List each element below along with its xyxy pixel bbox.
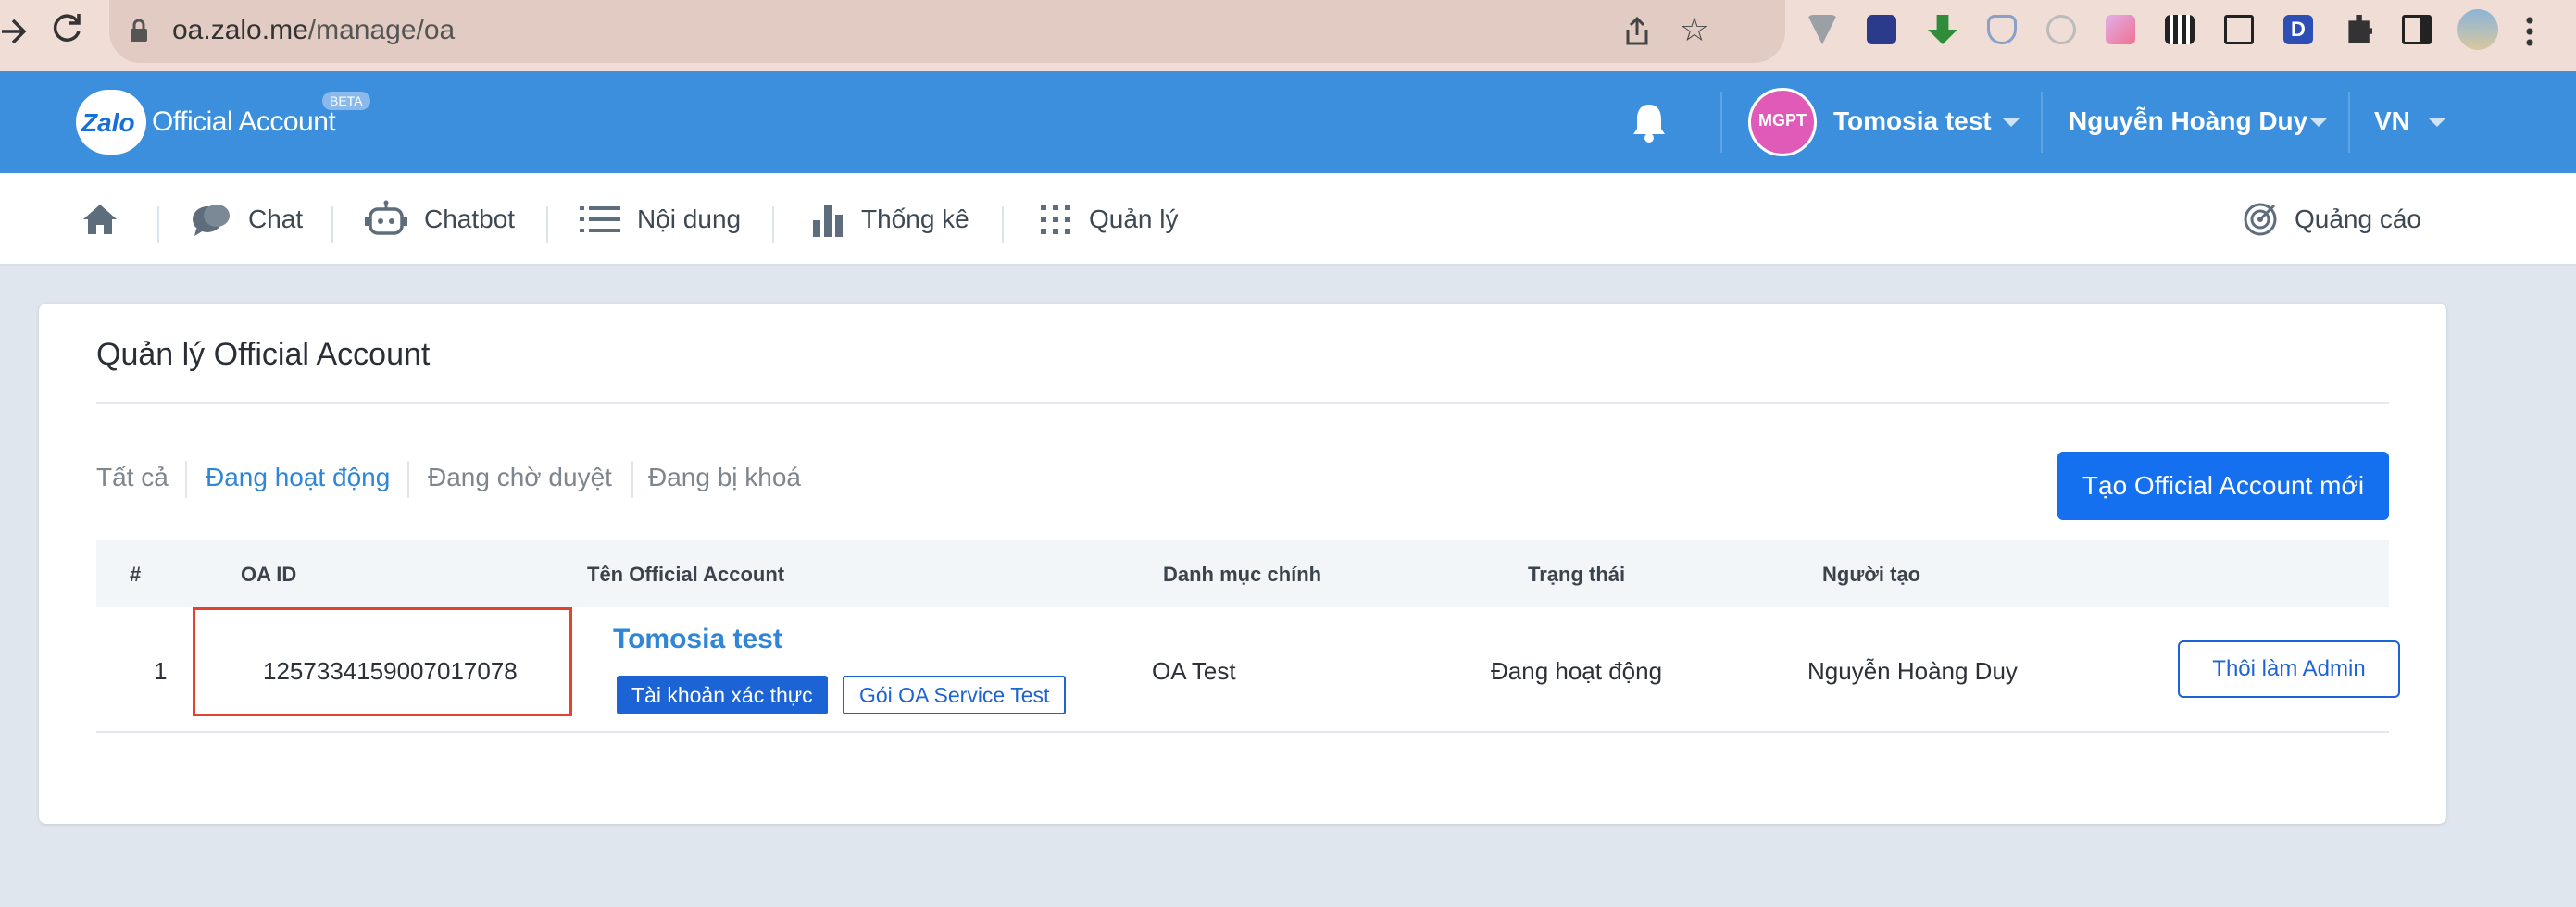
language-selector[interactable]: VN: [2374, 106, 2410, 136]
column-index: #: [130, 563, 142, 586]
nav-ads-label: Quảng cáo: [2295, 205, 2421, 233]
nav-manage-label: Quản lý: [1089, 205, 1179, 233]
url-text: oa.zalo.me/manage/oa: [172, 15, 455, 46]
profile-avatar-icon[interactable]: [2457, 9, 2498, 50]
chevron-down-icon[interactable]: [2309, 118, 2328, 127]
beta-badge: BETA: [322, 92, 370, 110]
nav-stats-label: Thống kê: [861, 205, 969, 233]
verified-badge: Tài khoản xác thực: [617, 676, 828, 714]
column-oa-name: Tên Official Account: [587, 563, 785, 586]
notification-bell-icon[interactable]: [1630, 101, 1669, 143]
table-row: 1 1257334159007017078 Tomosia test Tài k…: [96, 607, 2400, 733]
extension-color-icon[interactable]: [2106, 15, 2135, 44]
nav-chat[interactable]: Chat: [191, 173, 303, 266]
package-badge: Gói OA Service Test: [843, 676, 1067, 714]
column-category: Danh mục chính: [1163, 563, 1322, 586]
oa-avatar[interactable]: MGPT: [1748, 88, 1817, 156]
filter-pending[interactable]: Đang chờ duyệt: [428, 463, 612, 492]
row-oa-name-link[interactable]: Tomosia test: [613, 624, 782, 655]
chat-icon: [193, 205, 230, 236]
column-oa-id: OA ID: [241, 563, 297, 586]
nav-content-label: Nội dung: [637, 205, 742, 233]
filter-divider: [185, 461, 187, 498]
row-creator: Nguyễn Hoàng Duy: [1807, 657, 2018, 685]
extension-pip-icon[interactable]: [2224, 15, 2254, 44]
nav-home[interactable]: [81, 173, 135, 266]
extension-compass-icon[interactable]: [2046, 15, 2076, 44]
bookmark-star-icon[interactable]: ☆: [1680, 11, 1709, 48]
share-icon[interactable]: [1620, 15, 1654, 48]
extension-d-icon[interactable]: D: [2283, 15, 2313, 44]
nav-chatbot[interactable]: Chatbot: [365, 173, 515, 266]
logo-text: Zalo: [81, 108, 135, 137]
oa-management-card: Quản lý Official Account Tất cả Đang hoạ…: [39, 304, 2446, 824]
chevron-down-icon[interactable]: [2428, 118, 2446, 127]
filter-locked[interactable]: Đang bị khoá: [648, 463, 801, 492]
nav-divider: [772, 206, 774, 243]
main-nav: Chat Chatbot Nội dung Thống kê Quản lý Q…: [0, 173, 2576, 266]
leave-admin-button[interactable]: Thôi làm Admin: [2178, 640, 2400, 698]
filter-divider: [407, 461, 409, 498]
grid-icon: [1041, 205, 1070, 234]
reload-icon[interactable]: [48, 9, 89, 50]
address-bar[interactable]: oa.zalo.me/manage/oa ☆: [109, 0, 1785, 63]
filter-divider: [631, 461, 633, 498]
row-category: OA Test: [1152, 657, 1236, 685]
home-icon: [83, 205, 117, 234]
extension-shield-icon[interactable]: [1987, 15, 2017, 44]
app-header: Zalo Official Account BETA MGPT Tomosia …: [0, 71, 2576, 173]
url-host: oa.zalo.me: [172, 15, 308, 45]
column-creator: Người tạo: [1822, 563, 1921, 586]
nav-divider: [1002, 206, 1004, 243]
user-menu[interactable]: Nguyễn Hoàng Duy: [2069, 106, 2307, 136]
extensions-puzzle-icon[interactable]: [2348, 15, 2372, 43]
extension-globe-icon[interactable]: [1867, 15, 1896, 44]
filter-active[interactable]: Đang hoạt động: [206, 463, 390, 492]
row-status: Đang hoạt động: [1491, 657, 1663, 685]
filter-all[interactable]: Tất cả: [96, 463, 169, 492]
back-arrow-icon[interactable]: [0, 13, 28, 50]
row-index: 1: [154, 657, 168, 685]
nav-ads[interactable]: Quảng cáo: [2243, 173, 2421, 266]
chatbot-icon: [365, 200, 407, 235]
chevron-down-icon[interactable]: [2002, 118, 2020, 127]
nav-stats[interactable]: Thống kê: [811, 173, 969, 266]
create-oa-button[interactable]: Tạo Official Account mới: [2057, 452, 2389, 520]
header-divider: [2041, 92, 2043, 153]
nav-divider: [331, 206, 333, 243]
target-icon: [2244, 203, 2277, 236]
url-path: /manage/oa: [307, 15, 456, 45]
bar-chart-icon: [813, 205, 843, 237]
app-title: Official Account: [152, 106, 336, 137]
nav-manage[interactable]: Quản lý: [1039, 173, 1179, 266]
header-divider: [1720, 92, 1722, 153]
column-status: Trạng thái: [1528, 563, 1626, 586]
extension-v-icon[interactable]: [1807, 15, 1837, 44]
browser-toolbar: oa.zalo.me/manage/oa ☆ D: [0, 0, 2576, 71]
title-divider: [96, 402, 2389, 404]
extension-qr-icon[interactable]: [2165, 15, 2195, 44]
nav-divider: [157, 206, 159, 243]
lock-icon: [130, 19, 148, 43]
header-divider: [2348, 92, 2350, 153]
extension-download-icon[interactable]: [1928, 15, 1957, 44]
zalo-logo[interactable]: Zalo: [76, 90, 146, 155]
row-oa-id: 1257334159007017078: [263, 657, 518, 685]
nav-chatbot-label: Chatbot: [424, 205, 516, 233]
nav-divider: [546, 206, 548, 243]
nav-content[interactable]: Nội dung: [580, 173, 741, 266]
account-switcher[interactable]: Tomosia test: [1833, 106, 1992, 136]
table-header: # OA ID Tên Official Account Danh mục ch…: [96, 540, 2389, 607]
page-title: Quản lý Official Account: [96, 337, 431, 372]
avatar-text: MGPT: [1758, 111, 1807, 130]
side-panel-icon[interactable]: [2402, 15, 2432, 44]
more-menu-icon[interactable]: [2526, 15, 2533, 46]
list-icon: [580, 206, 620, 232]
nav-chat-label: Chat: [248, 205, 304, 233]
